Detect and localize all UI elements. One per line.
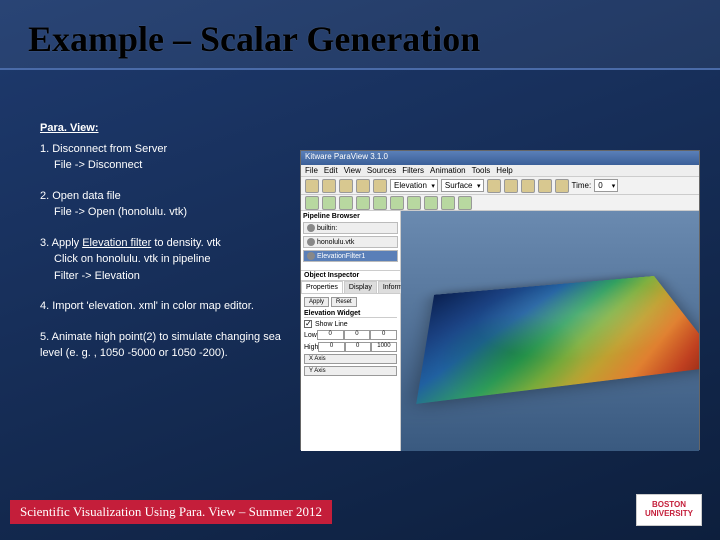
pv-window-titlebar: Kitware ParaView 3.1.0 (301, 151, 699, 165)
step-3-sub1: Click on honolulu. vtk in pipeline (54, 251, 300, 268)
render-view[interactable] (401, 211, 699, 451)
step-4: 4. Import 'elevation. xml' in color map … (40, 298, 300, 315)
vcr-first-icon[interactable] (487, 179, 501, 193)
low-z-input[interactable]: 0 (370, 330, 397, 340)
low-label: Low (304, 332, 317, 339)
vcr-last-icon[interactable] (555, 179, 569, 193)
disconnect-icon[interactable] (356, 179, 370, 193)
filter-contour-icon[interactable] (322, 196, 336, 210)
menu-edit[interactable]: Edit (324, 166, 338, 175)
menu-sources[interactable]: Sources (367, 166, 396, 175)
step-3: 3. Apply Elevation filter to density. vt… (40, 235, 300, 285)
step-2-sub: File -> Open (honolulu. vtk) (54, 204, 300, 221)
filter-stream-icon[interactable] (407, 196, 421, 210)
y-axis-button[interactable]: Y Axis (304, 366, 397, 376)
step-5-text: 5. Animate high point(2) to simulate cha… (40, 329, 300, 362)
elevation-widget-section: Elevation Widget (304, 310, 397, 318)
low-point-row: Low 0 0 0 (304, 330, 397, 340)
step-1-sub: File -> Disconnect (54, 157, 300, 174)
instructions-panel: Para. View: 1. Disconnect from Server Fi… (40, 120, 300, 376)
pipeline-item-honolulu[interactable]: honolulu.vtk (303, 236, 398, 248)
inspector-tabs: Properties Display Information (301, 281, 400, 294)
high-z-input[interactable]: 1000 (371, 342, 397, 352)
step-1-text: 1. Disconnect from Server (40, 141, 300, 158)
terrain-surface (416, 276, 699, 404)
instructions-heading: Para. View: (40, 120, 300, 137)
representation-dropdown[interactable]: Surface (441, 179, 484, 192)
step-5: 5. Animate high point(2) to simulate cha… (40, 329, 300, 362)
filter-extract-icon[interactable] (458, 196, 472, 210)
time-label: Time: (572, 181, 592, 190)
low-y-input[interactable]: 0 (344, 330, 371, 340)
filter-slice-icon[interactable] (356, 196, 370, 210)
show-line-label: Show Line (315, 321, 397, 328)
step-2: 2. Open data file File -> Open (honolulu… (40, 188, 300, 221)
visibility-icon[interactable] (307, 224, 315, 232)
vcr-next-icon[interactable] (538, 179, 552, 193)
step-2-text: 2. Open data file (40, 188, 300, 205)
visibility-icon[interactable] (307, 252, 315, 260)
menu-filters[interactable]: Filters (402, 166, 424, 175)
tab-display[interactable]: Display (344, 281, 377, 293)
filter-clip-icon[interactable] (339, 196, 353, 210)
active-variable-dropdown[interactable]: Elevation (390, 179, 438, 192)
filter-group-icon[interactable] (441, 196, 455, 210)
filter-warp-icon[interactable] (424, 196, 438, 210)
paraview-screenshot: Kitware ParaView 3.1.0 File Edit View So… (300, 150, 700, 450)
elevation-filter-term: Elevation filter (82, 237, 151, 249)
open-icon[interactable] (305, 179, 319, 193)
time-input[interactable]: 0 (594, 179, 618, 192)
visibility-icon[interactable] (307, 238, 315, 246)
menu-file[interactable]: File (305, 166, 318, 175)
menu-view[interactable]: View (344, 166, 361, 175)
pipeline-item-elevation[interactable]: ElevationFilter1 (303, 250, 398, 262)
low-x-input[interactable]: 0 (317, 330, 344, 340)
pv-left-panel: Pipeline Browser builtin: honolulu.vtk E… (301, 211, 401, 451)
show-line-checkbox[interactable] (304, 320, 312, 328)
apply-button[interactable]: Apply (304, 297, 329, 307)
vcr-prev-icon[interactable] (504, 179, 518, 193)
pipeline-header: Pipeline Browser (303, 213, 398, 220)
filter-threshold-icon[interactable] (373, 196, 387, 210)
show-line-row: Show Line (304, 320, 397, 328)
pv-body: Pipeline Browser builtin: honolulu.vtk E… (301, 211, 699, 451)
pv-menubar: File Edit View Sources Filters Animation… (301, 165, 699, 177)
menu-tools[interactable]: Tools (472, 166, 491, 175)
vcr-play-icon[interactable] (521, 179, 535, 193)
step-3-sub2: Filter -> Elevation (54, 268, 300, 285)
menu-animation[interactable]: Animation (430, 166, 466, 175)
step-1: 1. Disconnect from Server File -> Discon… (40, 141, 300, 174)
inspector-header: Object Inspector (301, 271, 400, 281)
boston-university-logo: BOSTON UNIVERSITY (636, 494, 702, 526)
x-axis-button[interactable]: X Axis (304, 354, 397, 364)
filter-calculator-icon[interactable] (305, 196, 319, 210)
pipeline-server[interactable]: builtin: (303, 222, 398, 234)
tab-properties[interactable]: Properties (301, 281, 343, 293)
pv-toolbar-filters (301, 195, 699, 211)
inspector-body: Apply Reset Elevation Widget Show Line L… (301, 294, 400, 381)
filter-glyph-icon[interactable] (390, 196, 404, 210)
high-y-input[interactable]: 0 (345, 342, 371, 352)
logo-line2: UNIVERSITY (645, 510, 693, 519)
high-x-input[interactable]: 0 (318, 342, 344, 352)
high-label: High (304, 344, 318, 351)
help-icon[interactable] (373, 179, 387, 193)
pipeline-browser: Pipeline Browser builtin: honolulu.vtk E… (301, 211, 400, 271)
high-point-row: High 0 0 1000 (304, 342, 397, 352)
slide-title: Example – Scalar Generation (0, 0, 720, 70)
step-3-text: 3. Apply Elevation filter to density. vt… (40, 235, 300, 252)
object-inspector: Object Inspector Properties Display Info… (301, 271, 400, 451)
footer-caption: Scientific Visualization Using Para. Vie… (10, 500, 332, 524)
axis-buttons-row: X Axis (304, 354, 397, 364)
step-4-text: 4. Import 'elevation. xml' in color map … (40, 298, 300, 315)
reset-button[interactable]: Reset (331, 297, 357, 307)
menu-help[interactable]: Help (496, 166, 512, 175)
axis-buttons-row-2: Y Axis (304, 366, 397, 376)
connect-icon[interactable] (339, 179, 353, 193)
save-icon[interactable] (322, 179, 336, 193)
pv-toolbar-main: Elevation Surface Time: 0 (301, 177, 699, 195)
